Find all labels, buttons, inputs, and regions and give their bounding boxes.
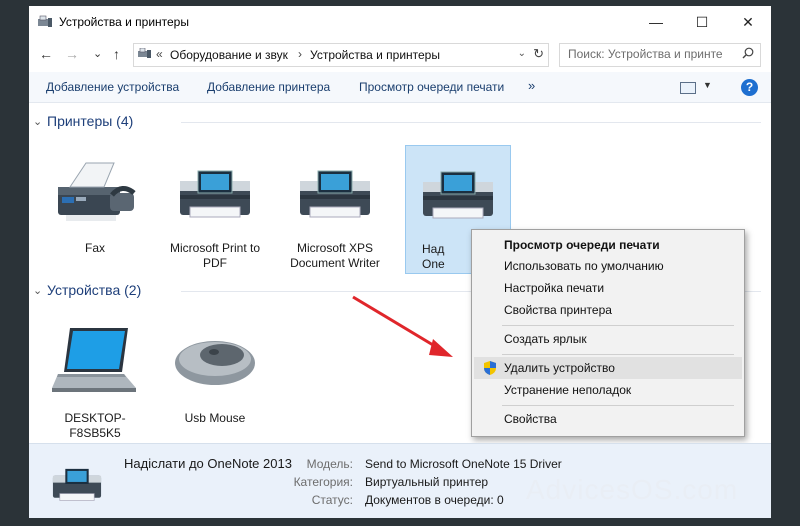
- context-menu: Просмотр очереди печати Использовать по …: [471, 229, 745, 437]
- details-model-value: Send to Microsoft OneNote 15 Driver: [365, 457, 562, 471]
- menu-item-label: Настройка печати: [504, 281, 605, 295]
- add-printer-button[interactable]: Добавление принтера: [207, 80, 330, 94]
- recent-locations-icon[interactable]: ⌄: [93, 47, 102, 60]
- menu-item-label: Использовать по умолчанию: [504, 259, 664, 273]
- printers-group-header[interactable]: ⌄ Принтеры (4): [33, 113, 761, 129]
- forward-arrow-icon[interactable]: →: [65, 46, 79, 62]
- change-view-icon[interactable]: [680, 82, 696, 94]
- title-bar: Устройства и принтеры — ☐ ✕: [29, 6, 771, 38]
- details-status-value: Документов в очереди: 0: [365, 493, 504, 507]
- add-device-button[interactable]: Добавление устройства: [46, 80, 179, 94]
- printer-tile-microsoft-print-to-pdf[interactable]: Microsoft Print to PDF: [163, 147, 267, 271]
- more-commands-icon[interactable]: »: [528, 78, 535, 93]
- laptop-icon: [52, 328, 136, 392]
- menu-item-label: Свойства: [504, 412, 557, 426]
- printers-group-title: Принтеры (4): [47, 113, 134, 129]
- search-box[interactable]: [559, 43, 761, 67]
- printer-label: Fax: [84, 241, 105, 255]
- control-panel-icon: [138, 48, 151, 58]
- minimize-button[interactable]: —: [633, 6, 679, 38]
- uac-shield-icon: [484, 361, 496, 375]
- breadcrumb-chevron-icon[interactable]: ›: [298, 47, 302, 61]
- search-input[interactable]: [560, 44, 738, 64]
- refresh-icon[interactable]: ↻: [533, 46, 544, 62]
- address-dropdown-icon[interactable]: ⌄: [518, 48, 526, 59]
- back-arrow-icon[interactable]: ←: [39, 46, 53, 62]
- address-bar[interactable]: « Оборудование и звук › Устройства и при…: [133, 43, 549, 67]
- menu-separator: [502, 325, 734, 326]
- details-category-value: Виртуальный принтер: [365, 475, 489, 489]
- device-label: Usb Mouse: [184, 411, 246, 425]
- printer-icon: [423, 171, 493, 219]
- menu-separator: [502, 354, 734, 355]
- menu-item-set-as-default[interactable]: Использовать по умолчанию: [474, 255, 742, 277]
- red-arrow-pointer-icon: [352, 295, 453, 357]
- printer-icon: [180, 170, 250, 218]
- search-icon[interactable]: [742, 47, 754, 59]
- menu-item-label: Свойства принтера: [504, 303, 612, 317]
- maximize-button[interactable]: ☐: [679, 6, 725, 38]
- menu-item-troubleshoot[interactable]: Устранение неполадок: [474, 379, 742, 401]
- devices-group-title: Устройства (2): [47, 282, 142, 298]
- details-model-key: Модель:: [306, 457, 353, 471]
- breadcrumb-devices-and-printers[interactable]: Устройства и принтеры: [310, 48, 440, 62]
- printer-tile-fax[interactable]: Fax: [43, 147, 147, 256]
- printer-label: Microsoft Print to PDF: [169, 241, 261, 270]
- printer-icon: [300, 170, 370, 218]
- menu-item-printing-preferences[interactable]: Настройка печати: [474, 277, 742, 299]
- device-label: DESKTOP-F8SB5K5: [64, 411, 126, 440]
- devices-and-printers-window: Устройства и принтеры — ☐ ✕ ← → ⌄ ↑ « Об…: [29, 6, 771, 518]
- chevron-down-icon[interactable]: ⌄: [33, 115, 47, 128]
- close-button[interactable]: ✕: [725, 6, 771, 38]
- menu-item-label: Удалить устройство: [504, 361, 615, 375]
- fax-icon: [58, 162, 136, 221]
- breadcrumb-overflow-icon[interactable]: «: [156, 47, 163, 61]
- menu-item-see-print-queue[interactable]: Просмотр очереди печати: [474, 234, 742, 256]
- up-arrow-icon[interactable]: ↑: [113, 46, 120, 62]
- menu-item-printer-properties[interactable]: Свойства принтера: [474, 299, 742, 321]
- window-title: Устройства и принтеры: [59, 15, 189, 29]
- details-status-key: Статус:: [311, 493, 353, 507]
- view-dropdown-icon[interactable]: ▼: [703, 80, 712, 90]
- group-divider: [181, 122, 761, 123]
- menu-item-label: Устранение неполадок: [504, 383, 632, 397]
- device-tile-desktop[interactable]: DESKTOP-F8SB5K5: [43, 315, 147, 441]
- printer-label: Microsoft XPS Document Writer: [290, 241, 380, 270]
- printer-icon: [52, 468, 102, 501]
- menu-item-properties[interactable]: Свойства: [474, 408, 742, 430]
- address-row: ← → ⌄ ↑ « Оборудование и звук › Устройст…: [29, 40, 771, 70]
- menu-item-label: Просмотр очереди печати: [504, 238, 660, 252]
- help-icon[interactable]: ?: [741, 79, 758, 96]
- see-print-queue-button[interactable]: Просмотр очереди печати: [359, 80, 504, 94]
- devices-group-header[interactable]: ⌄ Устройства (2): [33, 282, 761, 298]
- menu-item-remove-device[interactable]: Удалить устройство: [474, 357, 742, 379]
- command-bar: Добавление устройства Добавление принтер…: [29, 72, 771, 103]
- details-category-key: Категория:: [293, 475, 353, 489]
- breadcrumb-hardware-and-sound[interactable]: Оборудование и звук: [170, 48, 288, 62]
- mouse-icon: [175, 341, 255, 385]
- watermark-text: AdvicesOS.com: [526, 474, 739, 505]
- devices-printers-app-icon: [38, 15, 52, 27]
- device-tile-usb-mouse[interactable]: Usb Mouse: [163, 315, 267, 426]
- menu-separator: [502, 405, 734, 406]
- printer-tile-microsoft-xps-document-writer[interactable]: Microsoft XPS Document Writer: [283, 147, 387, 271]
- menu-item-create-shortcut[interactable]: Создать ярлык: [474, 328, 742, 350]
- menu-item-label: Создать ярлык: [504, 332, 587, 346]
- chevron-down-icon[interactable]: ⌄: [33, 284, 47, 297]
